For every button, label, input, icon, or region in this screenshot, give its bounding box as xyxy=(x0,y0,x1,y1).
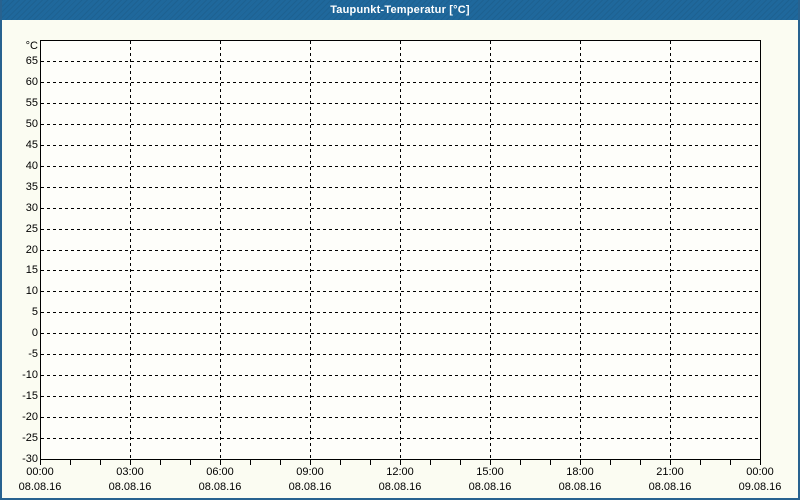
x-grid-line xyxy=(130,41,131,458)
x-axis-tick xyxy=(40,460,41,465)
x-axis-tick xyxy=(640,460,641,465)
x-axis-tick xyxy=(280,460,281,465)
x-axis-tick xyxy=(730,460,731,465)
x-time-label: 15:00 xyxy=(476,466,504,478)
x-time-label: 18:00 xyxy=(566,466,594,478)
x-date-label: 08.08.16 xyxy=(108,481,152,493)
x-axis-tick xyxy=(190,460,191,465)
x-axis-tick xyxy=(430,460,431,465)
x-date-label: 08.08.16 xyxy=(288,481,332,493)
y-tick-label: 20 xyxy=(25,244,38,256)
x-date-label: 08.08.16 xyxy=(558,481,602,493)
x-axis-tick xyxy=(130,460,131,465)
x-date-label: 08.08.16 xyxy=(378,481,422,493)
x-date-label: 09.08.16 xyxy=(738,481,782,493)
y-tick-label: 60 xyxy=(25,76,38,88)
y-tick-label: 40 xyxy=(25,160,38,172)
y-tick-label: -10 xyxy=(22,369,38,381)
x-grid-line xyxy=(490,41,491,458)
x-axis-tick xyxy=(520,460,521,465)
y-tick-label: -5 xyxy=(28,348,38,360)
x-axis-tick xyxy=(220,460,221,465)
y-tick-label: -15 xyxy=(22,390,38,402)
y-tick-label: 45 xyxy=(25,139,38,151)
y-tick-label: 15 xyxy=(25,264,38,276)
x-grid-line xyxy=(310,41,311,458)
y-tick-label: 65 xyxy=(25,55,38,67)
x-axis-tick xyxy=(100,460,101,465)
x-time-label: 09:00 xyxy=(296,466,324,478)
x-axis-tick xyxy=(160,460,161,465)
x-axis-tick xyxy=(460,460,461,465)
x-axis-tick xyxy=(370,460,371,465)
x-grid-line xyxy=(220,41,221,458)
x-grid-line xyxy=(670,41,671,458)
x-axis-tick xyxy=(580,460,581,465)
x-time-label: 03:00 xyxy=(116,466,144,478)
y-tick-label: 30 xyxy=(25,202,38,214)
x-axis-tick xyxy=(400,460,401,465)
y-tick-label: 35 xyxy=(25,181,38,193)
x-grid-line xyxy=(580,41,581,458)
y-tick-label: 25 xyxy=(25,223,38,235)
x-time-label: 00:00 xyxy=(746,466,774,478)
y-tick-label: 55 xyxy=(25,97,38,109)
x-date-label: 08.08.16 xyxy=(648,481,692,493)
x-axis-tick xyxy=(760,460,761,465)
window-title: Taupunkt-Temperatur [°C] xyxy=(330,4,470,16)
x-grid-line xyxy=(400,41,401,458)
y-tick-label: 10 xyxy=(25,285,38,297)
y-tick-label: -20 xyxy=(22,411,38,423)
x-time-label: 21:00 xyxy=(656,466,684,478)
x-axis-tick xyxy=(670,460,671,465)
x-axis-tick xyxy=(490,460,491,465)
x-time-label: 06:00 xyxy=(206,466,234,478)
y-tick-label: 0 xyxy=(31,327,38,339)
x-axis-tick xyxy=(70,460,71,465)
title-bar: Taupunkt-Temperatur [°C] xyxy=(2,0,798,20)
x-axis-tick xyxy=(250,460,251,465)
x-axis-tick xyxy=(340,460,341,465)
x-axis-tick xyxy=(700,460,701,465)
x-time-label: 00:00 xyxy=(26,466,54,478)
y-tick-label: -30 xyxy=(22,453,38,465)
y-tick-label: 5 xyxy=(31,306,38,318)
y-tick-label: -25 xyxy=(22,432,38,444)
x-time-label: 12:00 xyxy=(386,466,414,478)
x-date-label: 08.08.16 xyxy=(18,481,62,493)
y-axis-unit-label: °C xyxy=(25,40,38,52)
x-axis-tick xyxy=(610,460,611,465)
y-tick-label: 50 xyxy=(25,118,38,130)
x-date-label: 08.08.16 xyxy=(468,481,512,493)
x-axis-tick xyxy=(310,460,311,465)
chart-window: Taupunkt-Temperatur [°C] °C 65 60 55 50 45 40 3… xyxy=(0,0,800,500)
x-date-label: 08.08.16 xyxy=(198,481,242,493)
x-axis-tick xyxy=(550,460,551,465)
